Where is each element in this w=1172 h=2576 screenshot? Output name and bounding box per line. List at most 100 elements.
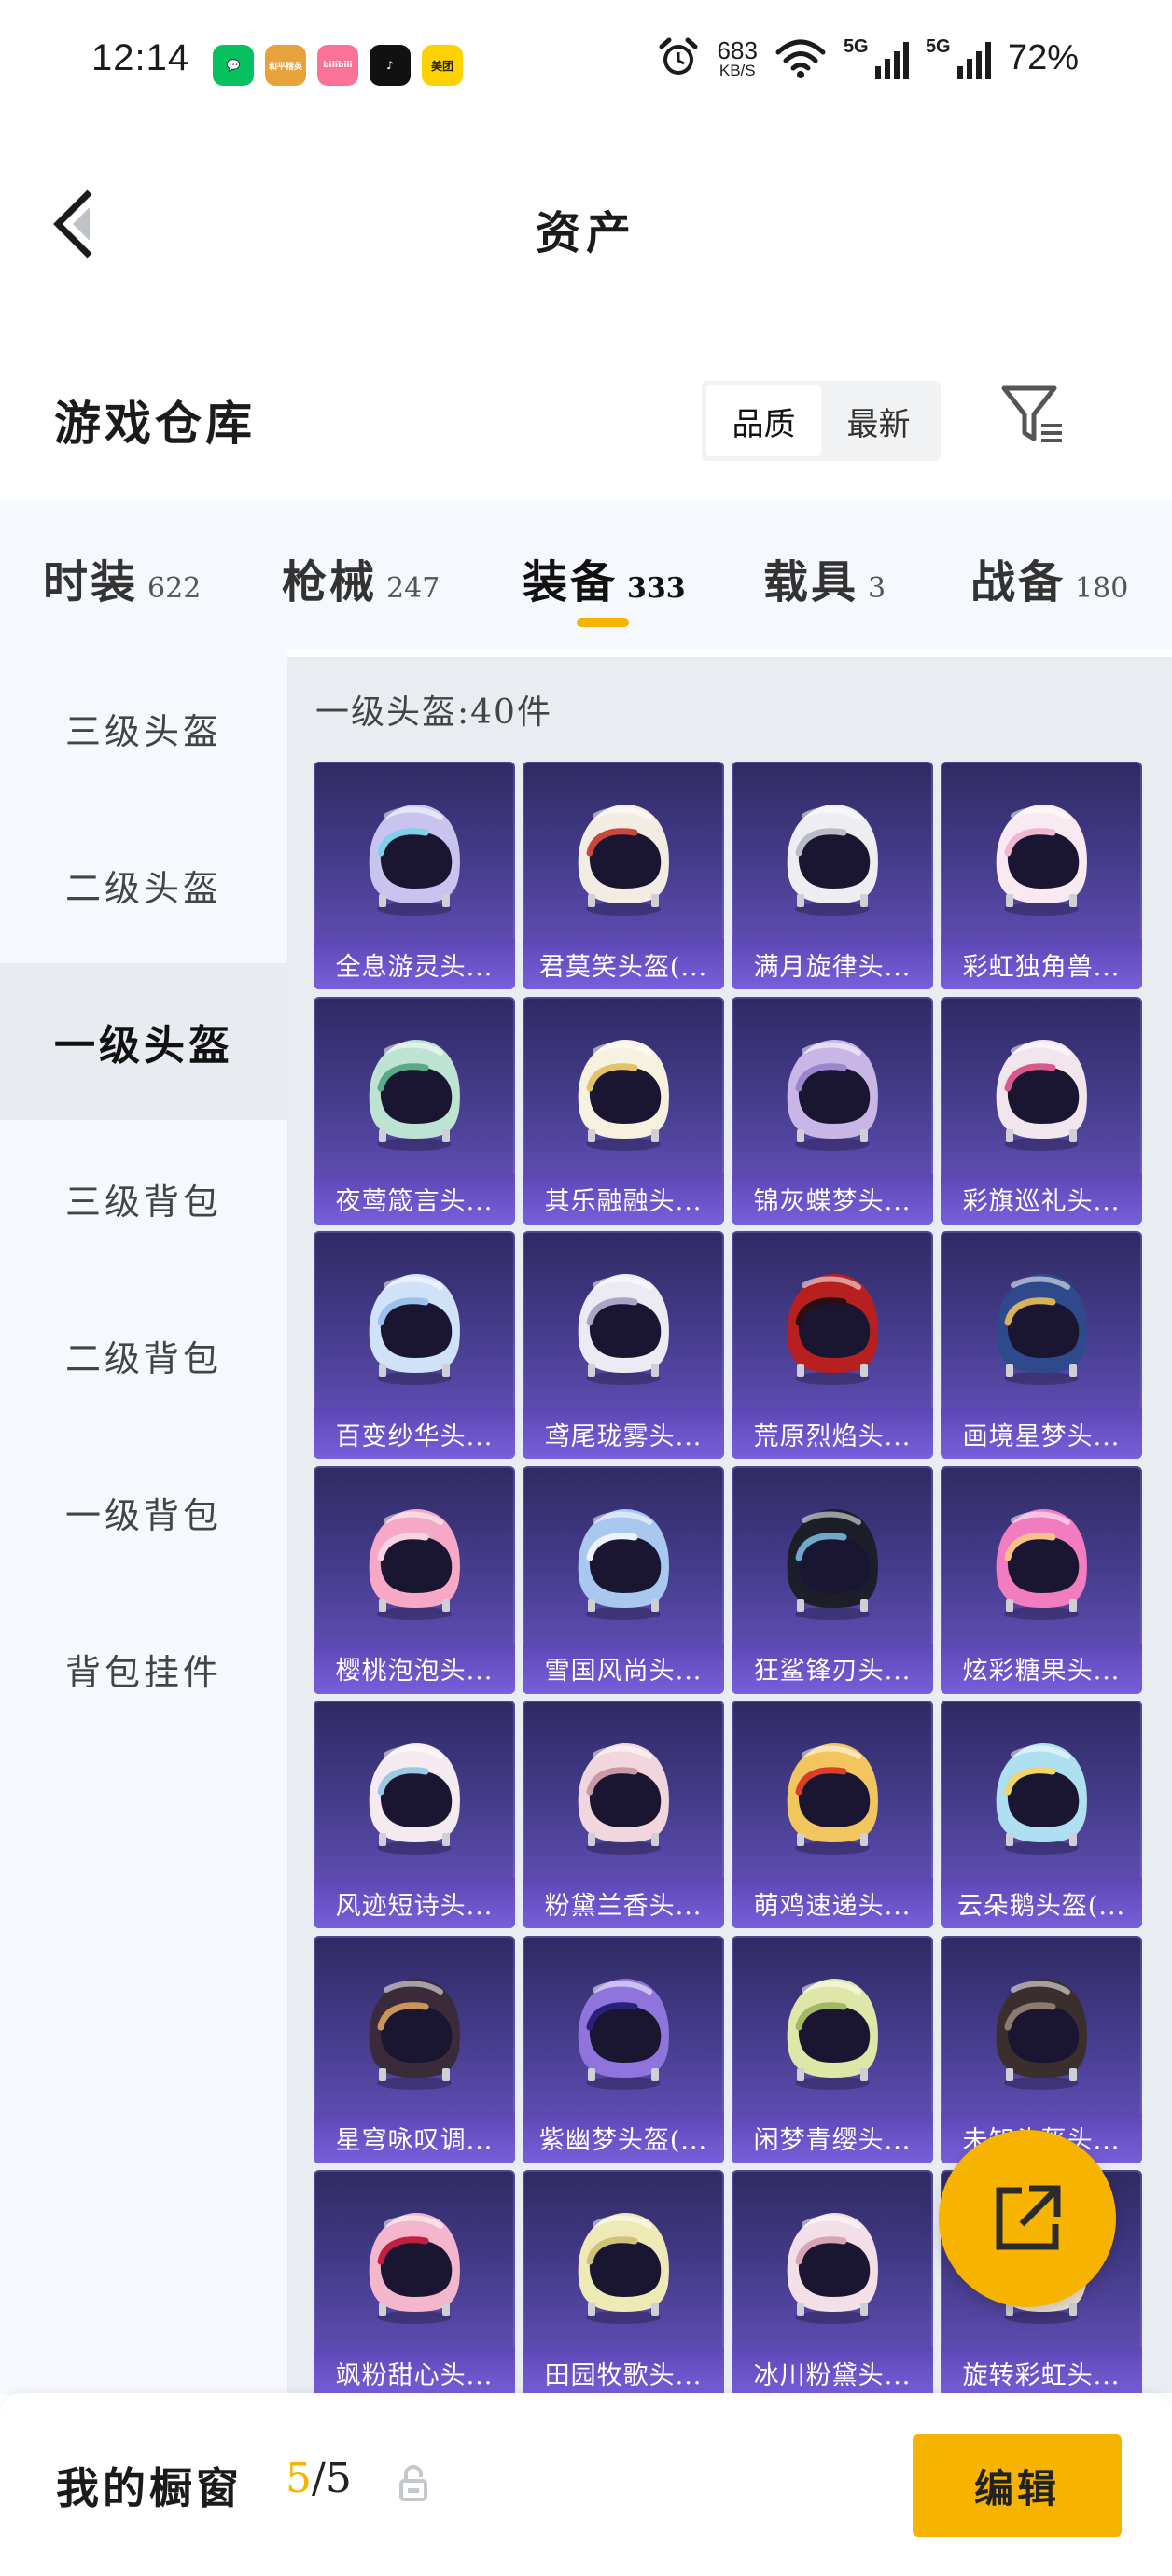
helmet-thumbnail-icon <box>369 1274 460 1385</box>
cellular-signal-1-icon: 5G <box>844 36 909 79</box>
item-card[interactable]: 冰川粉黛头... <box>732 2170 933 2393</box>
helmet-thumbnail-icon <box>787 1978 878 2090</box>
item-card[interactable]: 萌鸡速递头... <box>732 1701 933 1928</box>
tab-battle-prep[interactable]: 战备 180 <box>970 545 1128 610</box>
item-name: 夜莺箴言头... <box>314 1173 515 1225</box>
helmet-thumbnail-icon <box>996 1743 1087 1855</box>
item-card[interactable]: 画境星梦头... <box>941 1231 1142 1459</box>
cellular-signal-2-icon: 5G <box>926 36 991 79</box>
showcase-bar: 我的橱窗 5/5 编辑 <box>0 2393 1172 2576</box>
item-card[interactable]: 百变纱华头... <box>314 1231 515 1459</box>
item-name: 云朵鹅头盔(... <box>941 1878 1142 1928</box>
sidebar-item-level2-backpack[interactable]: 二级背包 <box>0 1277 287 1434</box>
bilibili-app-icon: bilibili <box>317 45 358 86</box>
item-name: 狂鲨锋刃头... <box>732 1643 933 1694</box>
helmet-thumbnail-icon <box>578 1978 669 2090</box>
tab-label: 载具 <box>763 556 859 609</box>
item-name: 樱桃泡泡头... <box>314 1643 515 1694</box>
helmet-thumbnail-icon <box>787 1274 878 1385</box>
item-name: 萌鸡速递头... <box>732 1878 933 1928</box>
helmet-thumbnail-icon <box>996 1978 1087 2090</box>
item-card[interactable]: 锦灰蝶梦头... <box>732 996 933 1225</box>
tab-count: 180 <box>1075 572 1129 605</box>
item-card[interactable]: 炫彩糖果头... <box>941 1465 1142 1694</box>
item-card[interactable]: 紫幽梦头盔(... <box>523 1935 724 2163</box>
network-speed: 683 KB/S <box>718 38 758 78</box>
tab-label: 装备 <box>523 556 619 609</box>
sidebar-item-level1-backpack[interactable]: 一级背包 <box>0 1434 287 1590</box>
item-name: 锦灰蝶梦头... <box>732 1173 933 1225</box>
sort-latest-option[interactable]: 最新 <box>821 385 936 456</box>
item-card[interactable]: 夜莺箴言头... <box>314 996 515 1225</box>
item-card[interactable]: 风迹短诗头... <box>314 1701 515 1928</box>
tab-vehicles[interactable]: 载具 3 <box>763 545 886 610</box>
tab-count: 247 <box>386 572 440 605</box>
item-card[interactable]: 未知头盔头... <box>941 1935 1142 2163</box>
item-card[interactable]: 粉黛兰香头... <box>523 1701 724 1928</box>
filter-icon[interactable] <box>1000 383 1066 448</box>
clock: 12:14 <box>91 37 190 78</box>
item-card[interactable]: 狂鲨锋刃头... <box>732 1465 933 1694</box>
item-card[interactable]: 君莫笑头盔(... <box>523 762 724 989</box>
showcase-label: 我的橱窗 <box>56 2463 243 2513</box>
category-tabs: 时装 622 枪械 247 装备 333 载具 3 战备 180 <box>0 500 1172 650</box>
sidebar-item-level1-helmet[interactable]: 一级头盔 <box>0 963 287 1120</box>
sidebar-item-level3-backpack[interactable]: 三级背包 <box>0 1120 287 1277</box>
section-title: 游戏仓库 <box>54 396 256 451</box>
tab-count: 622 <box>147 572 202 605</box>
item-name: 粉黛兰香头... <box>523 1878 724 1928</box>
helmet-thumbnail-icon <box>996 1274 1087 1385</box>
item-card[interactable]: 星穹咏叹调... <box>314 1935 515 2163</box>
helmet-thumbnail-icon <box>369 1508 460 1620</box>
item-name: 彩虹独角兽... <box>941 939 1142 989</box>
item-card[interactable]: 鸢尾珑雾头... <box>523 1231 724 1459</box>
item-card[interactable]: 雪国风尚头... <box>523 1465 724 1694</box>
item-card[interactable]: 彩虹独角兽... <box>941 762 1142 989</box>
tab-label: 时装 <box>43 556 139 609</box>
helmet-thumbnail-icon <box>787 1743 878 1855</box>
item-name: 飒粉甜心头... <box>314 2347 515 2393</box>
item-card[interactable]: 田园牧歌头... <box>523 2170 724 2393</box>
tab-fashion[interactable]: 时装 622 <box>43 545 201 610</box>
item-card[interactable]: 飒粉甜心头... <box>314 2170 515 2393</box>
sidebar-item-backpack-charm[interactable]: 背包挂件 <box>0 1590 287 1747</box>
item-name: 雪国风尚头... <box>523 1643 724 1694</box>
item-card[interactable]: 闲梦青缨头... <box>732 1935 933 2163</box>
showcase-count-total: 5 <box>325 2455 352 2502</box>
item-count-label: 一级头盔:40件 <box>315 693 552 732</box>
sidebar-item-level3-helmet[interactable]: 三级头盔 <box>0 650 287 806</box>
sort-quality-option[interactable]: 品质 <box>706 385 821 456</box>
cellular-signal-2-label: 5G <box>925 36 951 57</box>
item-card[interactable]: 彩旗巡礼头... <box>941 996 1142 1225</box>
page-title: 资产 <box>535 207 636 259</box>
helmet-thumbnail-icon <box>787 805 878 916</box>
helmet-thumbnail-icon <box>578 1508 669 1620</box>
item-name: 君莫笑头盔(... <box>523 939 724 989</box>
item-card[interactable]: 樱桃泡泡头... <box>314 1465 515 1694</box>
item-name: 满月旋律头... <box>732 939 933 989</box>
item-name: 紫幽梦头盔(... <box>523 2112 724 2163</box>
helmet-thumbnail-icon <box>787 1508 878 1620</box>
edit-button[interactable]: 编辑 <box>913 2434 1122 2537</box>
item-card[interactable]: 荒原烈焰头... <box>732 1231 933 1459</box>
item-card[interactable]: 云朵鹅头盔(... <box>941 1701 1142 1928</box>
lock-icon <box>399 2465 427 2501</box>
helmet-thumbnail-icon <box>996 805 1087 916</box>
helmet-thumbnail-icon <box>369 1978 460 2090</box>
tab-equipment[interactable]: 装备 333 <box>523 545 686 610</box>
wechat-app-icon: 💬 <box>213 45 254 86</box>
helmet-thumbnail-icon <box>578 805 669 916</box>
item-name: 闲梦青缨头... <box>732 2112 933 2163</box>
helmet-thumbnail-icon <box>996 1508 1087 1620</box>
item-name: 其乐融融头... <box>523 1173 724 1225</box>
item-card[interactable]: 全息游灵头... <box>314 762 515 989</box>
sidebar-item-level2-helmet[interactable]: 二级头盔 <box>0 806 287 963</box>
helmet-thumbnail-icon <box>996 1039 1087 1151</box>
share-float-button[interactable] <box>939 2130 1116 2307</box>
helmet-thumbnail-icon <box>369 805 460 916</box>
item-card[interactable]: 满月旋律头... <box>732 762 933 989</box>
tab-label: 枪械 <box>282 556 378 609</box>
active-tab-indicator <box>577 618 629 627</box>
item-card[interactable]: 其乐融融头... <box>523 996 724 1225</box>
tab-firearms[interactable]: 枪械 247 <box>282 545 440 610</box>
